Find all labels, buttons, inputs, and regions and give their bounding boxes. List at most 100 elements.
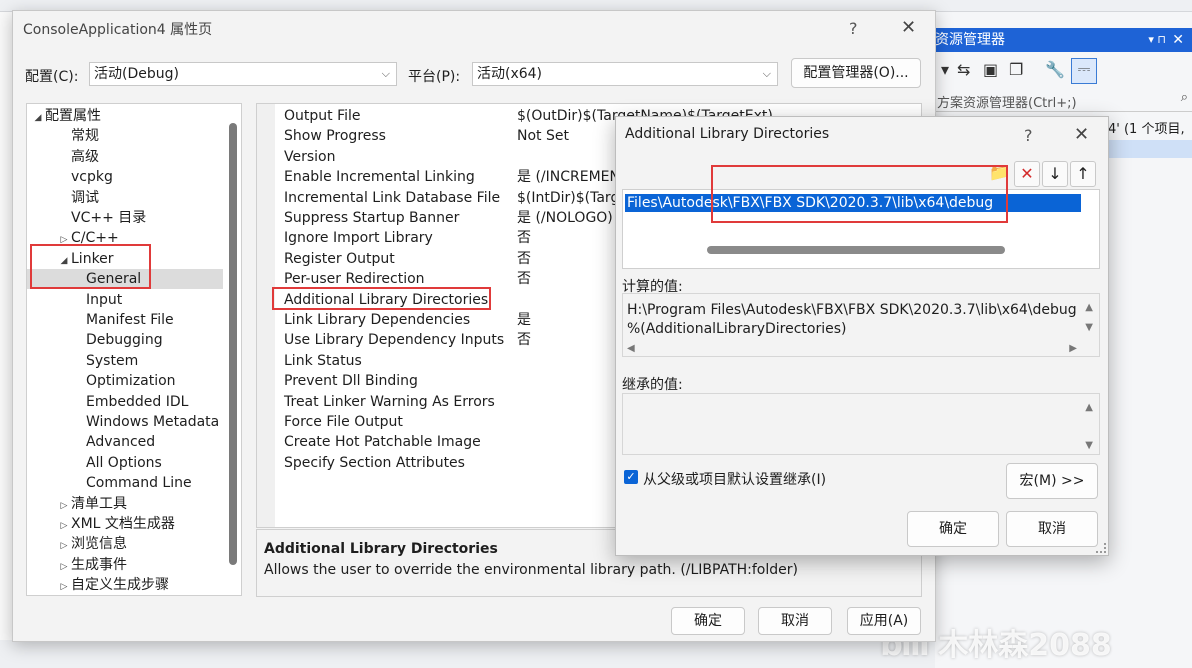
cancel-button[interactable]: 取消: [758, 607, 832, 635]
scroll-down-icon[interactable]: ▼: [1085, 440, 1093, 451]
tree-item[interactable]: 常规: [27, 126, 223, 146]
close-icon[interactable]: ✕: [901, 17, 916, 38]
tree-item[interactable]: Advanced: [27, 432, 223, 452]
tree-item[interactable]: Optimization: [27, 371, 223, 391]
config-manager-button[interactable]: 配置管理器(O)...: [791, 58, 921, 88]
tree-item[interactable]: Manifest File: [27, 310, 223, 330]
property-value[interactable]: $(IntDir)$(Targ: [517, 188, 619, 208]
tree-item-label: 自定义生成步骤: [71, 577, 169, 594]
copy-icon[interactable]: ❐: [1009, 60, 1023, 79]
tree-item[interactable]: ▷ XML 文档生成器: [27, 514, 223, 534]
resize-grip[interactable]: [1096, 543, 1106, 553]
platform-select[interactable]: 活动(x64) ⌵: [472, 62, 778, 86]
property-value[interactable]: 是 (/INCREMEN: [517, 167, 620, 187]
collapse-icon[interactable]: ▣: [983, 60, 998, 79]
list-horizontal-scrollbar[interactable]: [707, 246, 1005, 254]
lib-ok-button[interactable]: 确定: [907, 511, 999, 547]
expand-icon[interactable]: ▷: [57, 496, 71, 516]
tree-item[interactable]: System: [27, 351, 223, 371]
close-icon[interactable]: ✕: [1074, 124, 1089, 145]
scroll-down-icon[interactable]: ▼: [1085, 322, 1093, 333]
tree-item[interactable]: ◢ 配置属性: [27, 106, 223, 126]
tree-item[interactable]: Input: [27, 290, 223, 310]
wrench-icon[interactable]: 🔧: [1045, 60, 1065, 79]
tree-item[interactable]: Embedded IDL: [27, 392, 223, 412]
tree-item[interactable]: ▷ 清单工具: [27, 494, 223, 514]
evaluated-value-box: H:\Program Files\Autodesk\FBX\FBX SDK\20…: [622, 293, 1100, 357]
tree-item[interactable]: Command Line: [27, 473, 223, 493]
tree-scrollbar[interactable]: [229, 123, 237, 565]
tree-item-label: 常规: [71, 128, 99, 145]
inherit-checkbox[interactable]: ✓: [624, 470, 638, 484]
tree-item[interactable]: ▷ 浏览信息: [27, 534, 223, 554]
lib-dialog-title: Additional Library Directories: [625, 126, 830, 142]
expand-icon[interactable]: ▷: [57, 557, 71, 577]
property-name: Prevent Dll Binding: [284, 373, 418, 390]
tree-item-label: All Options: [86, 454, 162, 471]
expand-icon[interactable]: ▷: [57, 516, 71, 536]
evaluated-line-1: H:\Program Files\Autodesk\FBX\FBX SDK\20…: [627, 302, 1077, 318]
property-value[interactable]: 否: [517, 228, 531, 248]
tree-item[interactable]: vcpkg: [27, 167, 223, 187]
macros-button[interactable]: 宏(M) >>: [1006, 463, 1098, 499]
property-value[interactable]: 否: [517, 269, 531, 289]
expand-icon[interactable]: ▷: [57, 536, 71, 556]
property-value[interactable]: 是: [517, 310, 531, 330]
property-name: Enable Incremental Linking: [284, 169, 475, 186]
help-icon[interactable]: ?: [1024, 126, 1033, 145]
pin-icon[interactable]: ▾ ⊓: [1148, 28, 1166, 52]
highlight-additional-lib-dirs: [272, 287, 491, 310]
property-name: Suppress Startup Banner: [284, 210, 460, 226]
tree-item[interactable]: Windows Metadata: [27, 412, 223, 432]
tree-item-label: 浏览信息: [71, 536, 127, 553]
tree-item[interactable]: Debugging: [27, 330, 223, 350]
apply-button[interactable]: 应用(A): [847, 607, 921, 635]
config-select[interactable]: 活动(Debug) ⌵: [89, 62, 397, 86]
solution-node-text[interactable]: 4' (1 个项目,: [1108, 118, 1192, 138]
scroll-up-icon[interactable]: ▲: [1085, 402, 1093, 413]
tree-item[interactable]: VC++ 目录: [27, 208, 223, 228]
tree-item[interactable]: 调试: [27, 188, 223, 208]
property-name: Treat Linker Warning As Errors: [284, 393, 495, 410]
sync-icon[interactable]: ⇆: [957, 60, 970, 79]
tree-item-label: Input: [86, 291, 123, 308]
expand-icon[interactable]: ▷: [57, 577, 71, 595]
move-down-icon[interactable]: ↓: [1042, 161, 1068, 187]
help-icon[interactable]: ?: [849, 19, 858, 38]
tree-item-label: Optimization: [86, 373, 176, 390]
property-name: Link Status: [284, 352, 362, 369]
watermark-text: 木林森2088: [938, 628, 1112, 663]
tree-item[interactable]: ▷ 自定义生成步骤: [27, 575, 223, 595]
solution-explorer-titlebar: 资源管理器 ▾ ⊓ ✕: [935, 28, 1192, 52]
scroll-right-icon[interactable]: ▶: [1069, 343, 1077, 354]
tree-item-label: Manifest File: [86, 312, 174, 328]
tree-item[interactable]: 高级: [27, 147, 223, 167]
collapse-icon[interactable]: ◢: [31, 108, 45, 128]
tree-item[interactable]: ▷ 生成事件: [27, 555, 223, 575]
solution-search-input[interactable]: 方案资源管理器(Ctrl+;) ⌕: [935, 90, 1192, 112]
tree-item[interactable]: All Options: [27, 453, 223, 473]
config-select-value: 活动(Debug): [94, 66, 179, 82]
tree-item-label: Windows Metadata: [86, 414, 220, 430]
property-value[interactable]: 否: [517, 330, 531, 350]
scroll-up-icon[interactable]: ▲: [1085, 302, 1093, 313]
description-title: Additional Library Directories: [264, 541, 498, 557]
property-value[interactable]: 否: [517, 249, 531, 269]
inherit-checkbox-label: 从父级或项目默认设置继承(I): [643, 472, 827, 488]
highlight-selected-path: [711, 165, 1008, 223]
scroll-left-icon[interactable]: ◀: [627, 343, 635, 354]
lib-cancel-button[interactable]: 取消: [1006, 511, 1098, 547]
tree-item-label: XML 文档生成器: [71, 516, 175, 532]
delete-icon[interactable]: ✕: [1014, 161, 1040, 187]
close-icon[interactable]: ✕: [1172, 28, 1184, 52]
dropdown-icon[interactable]: ▾: [941, 60, 949, 79]
solution-selected-row[interactable]: [1108, 140, 1192, 158]
ok-button[interactable]: 确定: [671, 607, 745, 635]
move-up-icon[interactable]: ↑: [1070, 161, 1096, 187]
property-value[interactable]: Not Set: [517, 126, 569, 146]
preview-icon[interactable]: ⎓: [1071, 58, 1097, 84]
tree-item-label: System: [86, 352, 139, 369]
property-value[interactable]: 是 (/NOLOGO): [517, 208, 613, 228]
property-name: Specify Section Attributes: [284, 454, 465, 471]
property-name: Create Hot Patchable Image: [284, 434, 481, 451]
